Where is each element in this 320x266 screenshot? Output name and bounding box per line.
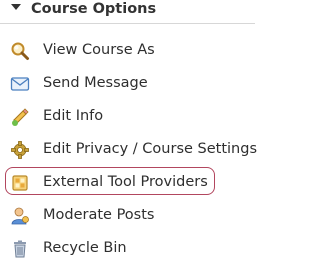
menu-item-label: Edit Privacy / Course Settings bbox=[43, 141, 257, 157]
course-options-header[interactable]: Course Options bbox=[0, 0, 255, 24]
pencil-icon bbox=[10, 107, 30, 127]
menu-item-label: External Tool Providers bbox=[43, 174, 208, 190]
envelope-icon bbox=[10, 74, 30, 94]
menu-item-moderate-posts[interactable]: Moderate Posts bbox=[0, 199, 255, 232]
menu-item-edit-privacy-course-settings[interactable]: Edit Privacy / Course Settings bbox=[0, 133, 257, 166]
collapse-caret-icon[interactable] bbox=[11, 4, 21, 10]
menu-item-external-tool-providers[interactable]: External Tool Providers bbox=[0, 166, 255, 199]
panel-title: Course Options bbox=[31, 1, 157, 17]
menu-item-view-course-as[interactable]: View Course As bbox=[0, 34, 255, 67]
menu-item-label: Moderate Posts bbox=[43, 207, 155, 223]
gear-icon bbox=[10, 140, 30, 160]
user-moderator-icon bbox=[10, 206, 30, 226]
magnifier-icon bbox=[10, 41, 30, 61]
menu-item-label: Recycle Bin bbox=[43, 240, 127, 256]
menu-item-recycle-bin[interactable]: Recycle Bin bbox=[0, 232, 255, 265]
course-options-menu: View Course As Send Message Edit Info Ed… bbox=[0, 34, 257, 265]
menu-item-label: Edit Info bbox=[43, 108, 104, 124]
course-options-panel: Course Options View Course As Send Messa… bbox=[0, 0, 257, 266]
recycle-bin-icon bbox=[10, 239, 30, 259]
menu-item-label: View Course As bbox=[43, 42, 155, 58]
menu-item-send-message[interactable]: Send Message bbox=[0, 67, 255, 100]
menu-item-edit-info[interactable]: Edit Info bbox=[0, 100, 255, 133]
tool-box-icon bbox=[10, 173, 30, 193]
menu-item-label: Send Message bbox=[43, 75, 148, 91]
